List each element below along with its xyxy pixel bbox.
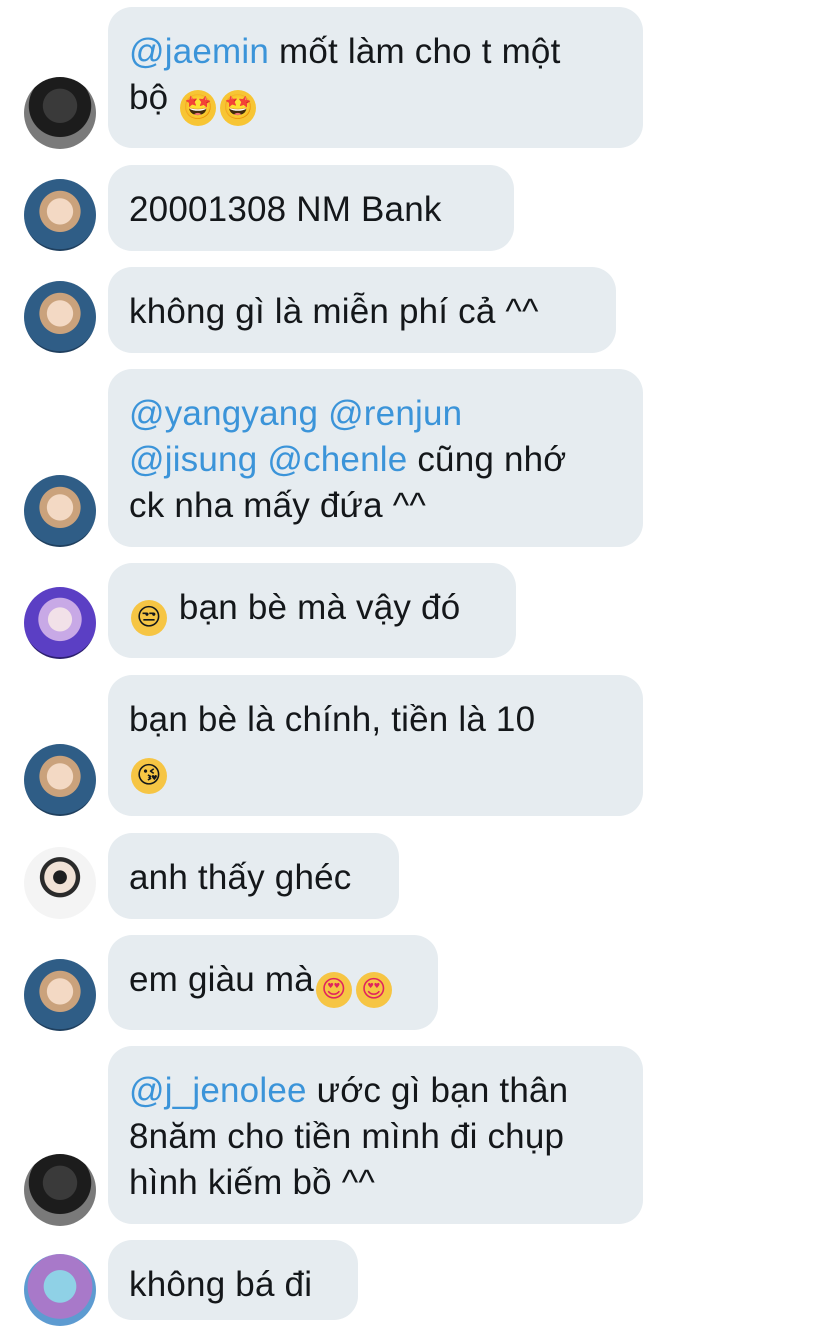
message-bubble[interactable]: không gì là miễn phí cả ^^ xyxy=(108,267,616,353)
message-text: ck nha mấy đứa ^^ xyxy=(129,486,427,525)
message-bubble[interactable]: @yangyang @renjun @jisung @chenle cũng n… xyxy=(108,369,643,547)
message-line-1: @yangyang @renjun xyxy=(129,391,621,437)
message-line-1: @j_jenolee ước gì bạn thân xyxy=(129,1068,621,1114)
message-bubble[interactable]: 😒 bạn bè mà vậy đó xyxy=(108,563,516,658)
message-line-2: 😘 xyxy=(129,743,621,794)
mention-link[interactable]: @j_jenolee xyxy=(129,1071,307,1110)
message-line-1: 😒 bạn bè mà vậy đó xyxy=(129,585,494,636)
message-text: ước gì bạn thân xyxy=(306,1071,569,1110)
mention-link[interactable]: @yangyang xyxy=(129,394,318,433)
message-text: bộ xyxy=(129,78,179,117)
message-text: 8năm cho tiền mình đi chụp xyxy=(129,1117,565,1156)
message-line-1: em giàu mà 😍 😍 xyxy=(129,957,416,1008)
heart-eyes-emoji-icon: 😍 xyxy=(355,972,392,1008)
message-bubble[interactable]: 20001308 NM Bank xyxy=(108,165,514,251)
avatar[interactable] xyxy=(24,587,96,659)
avatar[interactable] xyxy=(24,744,96,816)
unamused-emoji-icon: 😒 xyxy=(131,600,167,636)
star-struck-emoji-icon: 🤩 xyxy=(180,90,217,126)
heart-eyes-emoji-icon: 😍 xyxy=(315,972,352,1008)
mention-link[interactable]: @jaemin xyxy=(129,32,269,71)
message-bubble[interactable]: không bá đi xyxy=(108,1240,358,1320)
message-text: hình kiếm bồ ^^ xyxy=(129,1163,375,1202)
message-line-2: bộ 🤩 🤩 xyxy=(129,75,621,126)
mention-link[interactable]: @renjun xyxy=(328,394,462,433)
avatar[interactable] xyxy=(24,847,96,919)
avatar[interactable] xyxy=(24,281,96,353)
message-line-1: @jaemin mốt làm cho t một xyxy=(129,29,621,75)
message-bubble[interactable]: bạn bè là chính, tiền là 10 😘 xyxy=(108,675,643,816)
avatar[interactable] xyxy=(24,1254,96,1326)
message-text: em giàu mà xyxy=(129,960,314,999)
message-line-2: @jisung @chenle cũng nhớ xyxy=(129,437,621,483)
avatar[interactable] xyxy=(24,179,96,251)
mention-link[interactable]: @jisung xyxy=(129,440,257,479)
avatar[interactable] xyxy=(24,1154,96,1226)
avatar[interactable] xyxy=(24,77,96,149)
star-struck-emoji-icon: 🤩 xyxy=(220,90,257,126)
message-bubble[interactable]: @j_jenolee ước gì bạn thân 8năm cho tiền… xyxy=(108,1046,643,1224)
message-text: cũng nhớ xyxy=(407,440,567,479)
message-text: mốt làm cho t một xyxy=(269,32,561,71)
avatar[interactable] xyxy=(24,959,96,1031)
message-text: không gì là miễn phí cả ^^ xyxy=(129,292,539,331)
message-text: bạn bè là chính, tiền là 10 xyxy=(129,700,536,739)
message-bubble[interactable]: em giàu mà 😍 😍 xyxy=(108,935,438,1030)
avatar[interactable] xyxy=(24,475,96,547)
message-text: không bá đi xyxy=(129,1265,313,1304)
message-bubble[interactable]: @jaemin mốt làm cho t một bộ 🤩 🤩 xyxy=(108,7,643,148)
message-text: anh thấy ghéc xyxy=(129,858,352,897)
kissing-heart-emoji-icon: 😘 xyxy=(131,758,167,794)
message-text: 20001308 NM Bank xyxy=(129,190,442,229)
mention-link[interactable]: @chenle xyxy=(267,440,407,479)
message-text: bạn bè mà vậy đó xyxy=(169,588,461,627)
message-bubble[interactable]: anh thấy ghéc xyxy=(108,833,399,919)
